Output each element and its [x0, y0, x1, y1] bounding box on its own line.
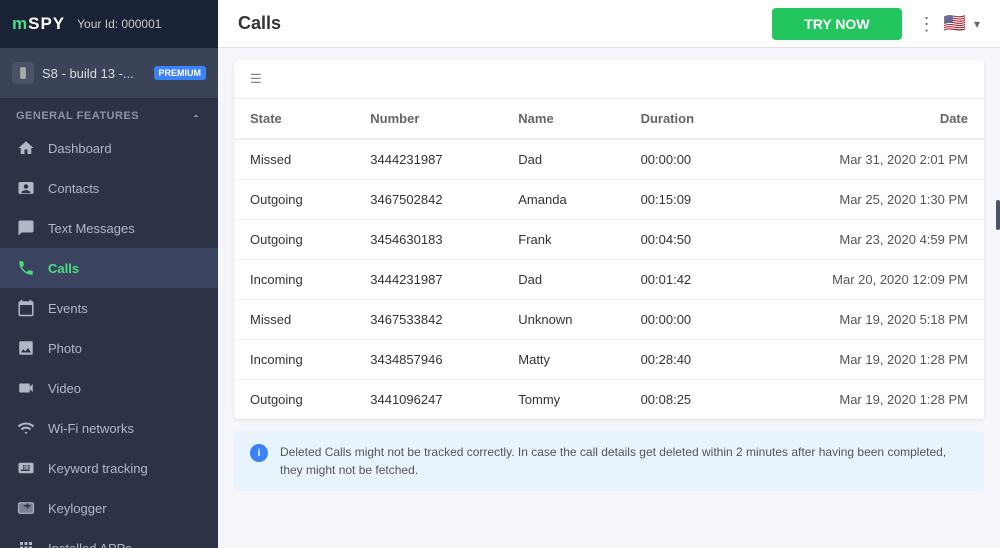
device-bar: S8 - build 13 -... PREMIUM: [0, 48, 218, 98]
calls-table-card: ☰ State Number Name Duration Date Missed…: [234, 60, 984, 419]
cell-number: 3454630183: [354, 220, 502, 260]
info-text: Deleted Calls might not be tracked corre…: [280, 443, 968, 479]
messages-icon: [16, 218, 36, 238]
cell-name: Matty: [502, 340, 624, 380]
cell-number: 3444231987: [354, 260, 502, 300]
sidebar-item-photo[interactable]: Photo: [0, 328, 218, 368]
sidebar-item-contacts[interactable]: Contacts: [0, 168, 218, 208]
sidebar-item-video[interactable]: Video: [0, 368, 218, 408]
cell-name: Dad: [502, 139, 624, 180]
sidebar-item-keylogger[interactable]: Keylogger: [0, 488, 218, 528]
page-title: Calls: [238, 13, 756, 34]
cell-date: Mar 23, 2020 4:59 PM: [746, 220, 984, 260]
cell-duration: 00:28:40: [625, 340, 746, 380]
keylogger-icon: [16, 498, 36, 518]
info-box: i Deleted Calls might not be tracked cor…: [234, 431, 984, 491]
cell-date: Mar 20, 2020 12:09 PM: [746, 260, 984, 300]
content-area: ☰ State Number Name Duration Date Missed…: [218, 48, 1000, 548]
user-id: Your Id: 000001: [77, 17, 161, 31]
cell-date: Mar 31, 2020 2:01 PM: [746, 139, 984, 180]
calls-table: State Number Name Duration Date Missed 3…: [234, 99, 984, 419]
device-icon: [12, 62, 34, 84]
cell-state: Outgoing: [234, 180, 354, 220]
table-row: Incoming 3434857946 Matty 00:28:40 Mar 1…: [234, 340, 984, 380]
cell-duration: 00:04:50: [625, 220, 746, 260]
cell-state: Incoming: [234, 340, 354, 380]
table-row: Incoming 3444231987 Dad 00:01:42 Mar 20,…: [234, 260, 984, 300]
calendar-icon: [16, 298, 36, 318]
topbar-actions: ⋮ 🇺🇸 ▾: [918, 13, 980, 34]
sidebar-item-events[interactable]: Events: [0, 288, 218, 328]
sidebar-item-installed-apps[interactable]: Installed APPs: [0, 528, 218, 548]
premium-badge: PREMIUM: [154, 66, 207, 80]
sidebar: mSPY Your Id: 000001 S8 - build 13 -... …: [0, 0, 218, 548]
cell-date: Mar 19, 2020 5:18 PM: [746, 300, 984, 340]
cell-date: Mar 19, 2020 1:28 PM: [746, 380, 984, 420]
phone-icon: [16, 258, 36, 278]
sidebar-item-text-messages[interactable]: Text Messages: [0, 208, 218, 248]
cell-number: 3441096247: [354, 380, 502, 420]
cell-number: 3467502842: [354, 180, 502, 220]
language-flag[interactable]: 🇺🇸: [944, 13, 966, 34]
photo-icon: [16, 338, 36, 358]
wifi-icon: [16, 418, 36, 438]
col-name: Name: [502, 99, 624, 139]
cell-name: Dad: [502, 260, 624, 300]
cell-duration: 00:01:42: [625, 260, 746, 300]
cell-state: Missed: [234, 300, 354, 340]
col-duration: Duration: [625, 99, 746, 139]
language-dropdown-icon: ▾: [974, 17, 980, 31]
contacts-icon: [16, 178, 36, 198]
cell-number: 3434857946: [354, 340, 502, 380]
main-content: Calls TRY NOW ⋮ 🇺🇸 ▾ ☰ State Number Name…: [218, 0, 1000, 548]
more-options-button[interactable]: ⋮: [918, 15, 936, 33]
general-features-label: GENERAL FEATURES: [0, 98, 218, 128]
keyboard-icon: [16, 458, 36, 478]
cell-name: Frank: [502, 220, 624, 260]
table-toolbar: ☰: [234, 60, 984, 99]
cell-duration: 00:08:25: [625, 380, 746, 420]
topbar: Calls TRY NOW ⋮ 🇺🇸 ▾: [218, 0, 1000, 48]
cell-state: Outgoing: [234, 380, 354, 420]
toolbar-icon: ☰: [250, 71, 262, 86]
cell-duration: 00:00:00: [625, 139, 746, 180]
sidebar-header: mSPY Your Id: 000001: [0, 0, 218, 48]
cell-state: Missed: [234, 139, 354, 180]
cell-name: Tommy: [502, 380, 624, 420]
table-row: Outgoing 3454630183 Frank 00:04:50 Mar 2…: [234, 220, 984, 260]
cell-state: Incoming: [234, 260, 354, 300]
table-row: Missed 3444231987 Dad 00:00:00 Mar 31, 2…: [234, 139, 984, 180]
try-now-button[interactable]: TRY NOW: [772, 8, 901, 40]
table-row: Missed 3467533842 Unknown 00:00:00 Mar 1…: [234, 300, 984, 340]
sidebar-item-keyword-tracking[interactable]: Keyword tracking: [0, 448, 218, 488]
cell-state: Outgoing: [234, 220, 354, 260]
cell-name: Unknown: [502, 300, 624, 340]
cell-duration: 00:00:00: [625, 300, 746, 340]
home-icon: [16, 138, 36, 158]
video-icon: [16, 378, 36, 398]
cell-name: Amanda: [502, 180, 624, 220]
cell-date: Mar 25, 2020 1:30 PM: [746, 180, 984, 220]
table-row: Outgoing 3441096247 Tommy 00:08:25 Mar 1…: [234, 380, 984, 420]
col-state: State: [234, 99, 354, 139]
cell-duration: 00:15:09: [625, 180, 746, 220]
cell-number: 3444231987: [354, 139, 502, 180]
device-name: S8 - build 13 -...: [42, 66, 146, 81]
col-number: Number: [354, 99, 502, 139]
sidebar-item-calls[interactable]: Calls: [0, 248, 218, 288]
sidebar-item-dashboard[interactable]: Dashboard: [0, 128, 218, 168]
col-date: Date: [746, 99, 984, 139]
sidebar-item-wifi[interactable]: Wi-Fi networks: [0, 408, 218, 448]
apps-icon: [16, 538, 36, 548]
table-row: Outgoing 3467502842 Amanda 00:15:09 Mar …: [234, 180, 984, 220]
logo: mSPY: [12, 14, 65, 34]
cell-number: 3467533842: [354, 300, 502, 340]
cell-date: Mar 19, 2020 1:28 PM: [746, 340, 984, 380]
table-header-row: State Number Name Duration Date: [234, 99, 984, 139]
info-icon: i: [250, 444, 268, 462]
